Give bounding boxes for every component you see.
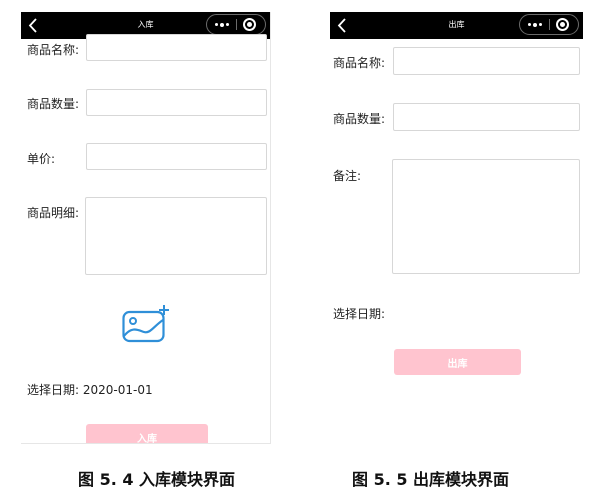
product-name-label: 商品名称: (333, 56, 386, 70)
figure-caption-inbound: 图 5. 4 入库模块界面 (78, 470, 236, 489)
inbound-submit-button[interactable]: 入库 (86, 424, 208, 443)
date-picker-value[interactable]: 2020-01-01 (83, 383, 153, 397)
figure-caption-outbound: 图 5. 5 出库模块界面 (352, 470, 510, 489)
note-label: 备注: (333, 169, 362, 183)
product-quantity-input[interactable] (86, 89, 267, 116)
product-name-input[interactable] (393, 47, 580, 75)
outbound-navbar: 出库 (330, 12, 583, 39)
outbound-submit-button[interactable]: 出库 (394, 349, 521, 375)
outbound-screen: 出库 商品名称: 商品数量: 备注: 选择日期: 出库 (330, 12, 583, 392)
capsule-divider (236, 19, 237, 30)
product-detail-textarea[interactable] (85, 197, 267, 275)
unit-price-input[interactable] (86, 143, 267, 170)
date-label: 选择日期: 2020-01-01 (27, 381, 153, 398)
capsule-divider (549, 19, 550, 30)
product-quantity-label: 商品数量: (27, 97, 80, 111)
product-quantity-input[interactable] (393, 103, 580, 131)
date-label-text: 选择日期: (27, 383, 80, 397)
note-textarea[interactable] (392, 159, 580, 274)
close-miniprogram-icon[interactable] (556, 18, 569, 31)
date-label[interactable]: 选择日期: (333, 305, 385, 322)
inbound-screen: 入库 商品名称: 商品数量: 单价: 商品明细: 选择日期: 2020-01-0… (21, 12, 271, 444)
capsule-menu (206, 14, 266, 35)
capsule-menu (519, 14, 579, 35)
close-miniprogram-icon[interactable] (243, 18, 256, 31)
product-name-input[interactable] (86, 34, 267, 61)
add-image-icon[interactable] (122, 304, 172, 350)
unit-price-label: 单价: (27, 152, 56, 166)
more-icon[interactable] (520, 15, 550, 34)
product-quantity-label: 商品数量: (333, 112, 386, 126)
more-icon[interactable] (207, 15, 237, 34)
product-name-label: 商品名称: (27, 43, 80, 57)
product-detail-label: 商品明细: (27, 206, 80, 220)
